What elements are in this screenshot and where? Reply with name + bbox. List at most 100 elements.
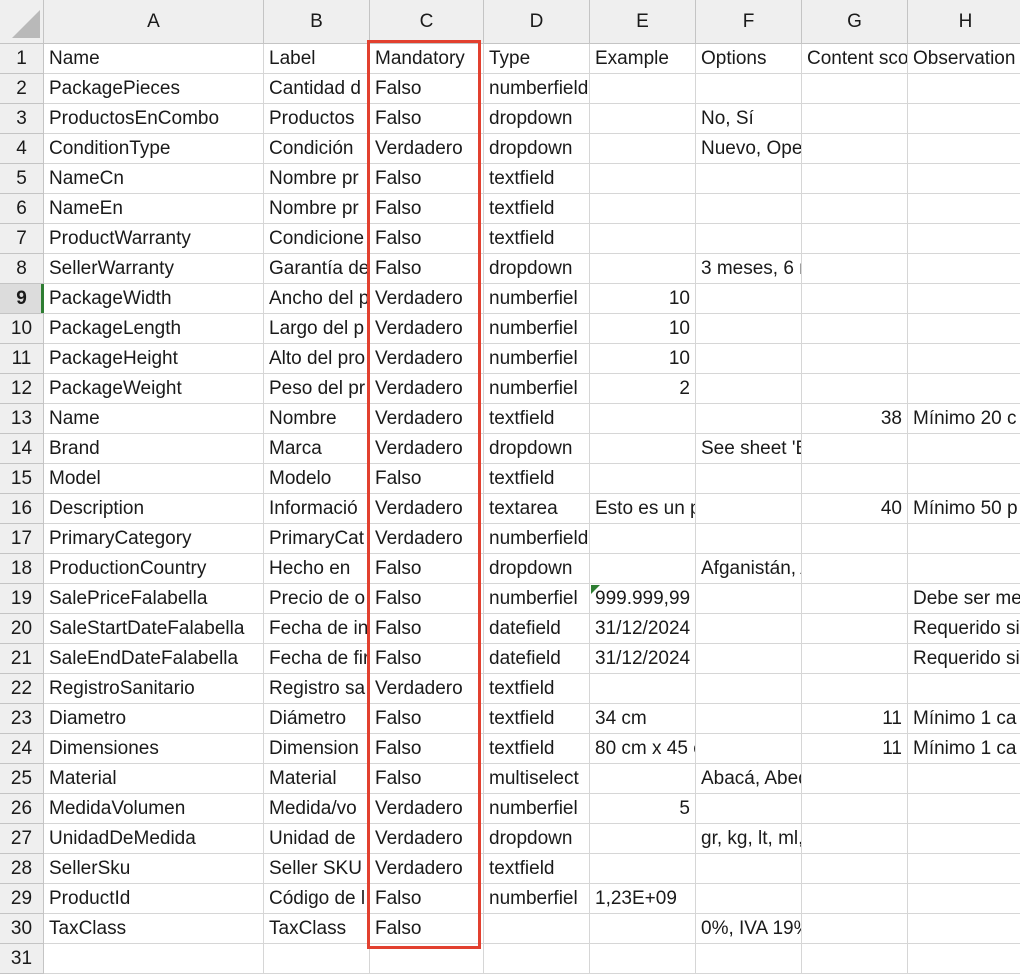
cell-e20[interactable]: 31/12/2024 23:59 (590, 614, 696, 644)
cell-e13[interactable] (590, 404, 696, 434)
cell-d2[interactable]: numberfield (484, 74, 590, 104)
cell-a30[interactable]: TaxClass (44, 914, 264, 944)
cell-c25[interactable]: Falso (370, 764, 484, 794)
cell-f16[interactable] (696, 494, 802, 524)
row-header-10[interactable]: 10 (0, 314, 44, 344)
row-header-27[interactable]: 27 (0, 824, 44, 854)
cell-d29[interactable]: numberfiel (484, 884, 590, 914)
cell-g4[interactable] (802, 134, 908, 164)
cell-f23[interactable] (696, 704, 802, 734)
row-header-7[interactable]: 7 (0, 224, 44, 254)
cell-h18[interactable] (908, 554, 1020, 584)
cell-a24[interactable]: Dimensiones (44, 734, 264, 764)
cell-g9[interactable] (802, 284, 908, 314)
cell-g28[interactable] (802, 854, 908, 884)
cell-a20[interactable]: SaleStartDateFalabella (44, 614, 264, 644)
cell-g11[interactable] (802, 344, 908, 374)
cell-d14[interactable]: dropdown (484, 434, 590, 464)
cell-a21[interactable]: SaleEndDateFalabella (44, 644, 264, 674)
cell-b12[interactable]: Peso del pr (264, 374, 370, 404)
column-header-d[interactable]: D (484, 0, 590, 44)
row-header-1[interactable]: 1 (0, 44, 44, 74)
cell-b19[interactable]: Precio de o (264, 584, 370, 614)
cell-b10[interactable]: Largo del p (264, 314, 370, 344)
cell-d22[interactable]: textfield (484, 674, 590, 704)
cell-e6[interactable] (590, 194, 696, 224)
cell-a15[interactable]: Model (44, 464, 264, 494)
cell-a22[interactable]: RegistroSanitario (44, 674, 264, 704)
cell-a16[interactable]: Description (44, 494, 264, 524)
cell-d12[interactable]: numberfiel (484, 374, 590, 404)
cell-g7[interactable] (802, 224, 908, 254)
cell-g24[interactable]: 11 (802, 734, 908, 764)
cell-c21[interactable]: Falso (370, 644, 484, 674)
cell-b21[interactable]: Fecha de fir (264, 644, 370, 674)
cell-b6[interactable]: Nombre pr (264, 194, 370, 224)
cell-g8[interactable] (802, 254, 908, 284)
cell-f2[interactable] (696, 74, 802, 104)
cell-f4[interactable]: Nuevo, Open Box, Reacondicionado (696, 134, 802, 164)
row-header-20[interactable]: 20 (0, 614, 44, 644)
row-header-9[interactable]: 9 (0, 284, 44, 314)
column-header-b[interactable]: B (264, 0, 370, 44)
cell-c18[interactable]: Falso (370, 554, 484, 584)
cell-h7[interactable] (908, 224, 1020, 254)
row-header-28[interactable]: 28 (0, 854, 44, 884)
cell-h16[interactable]: Mínimo 50 p (908, 494, 1020, 524)
cell-d25[interactable]: multiselect (484, 764, 590, 794)
cell-e23[interactable]: 34 cm (590, 704, 696, 734)
cell-d3[interactable]: dropdown (484, 104, 590, 134)
select-all-corner[interactable] (0, 0, 44, 44)
cell-c3[interactable]: Falso (370, 104, 484, 134)
cell-e27[interactable] (590, 824, 696, 854)
cell-g6[interactable] (802, 194, 908, 224)
cell-e30[interactable] (590, 914, 696, 944)
cell-c23[interactable]: Falso (370, 704, 484, 734)
cell-f29[interactable] (696, 884, 802, 914)
row-header-16[interactable]: 16 (0, 494, 44, 524)
cell-a17[interactable]: PrimaryCategory (44, 524, 264, 554)
cell-a9[interactable]: PackageWidth (44, 284, 264, 314)
cell-b26[interactable]: Medida/vo (264, 794, 370, 824)
cell-b28[interactable]: Seller SKU (264, 854, 370, 884)
cell-h4[interactable] (908, 134, 1020, 164)
cell-d1[interactable]: Type (484, 44, 590, 74)
cell-d24[interactable]: textfield (484, 734, 590, 764)
cell-d26[interactable]: numberfiel (484, 794, 590, 824)
cell-h2[interactable] (908, 74, 1020, 104)
cell-c6[interactable]: Falso (370, 194, 484, 224)
cell-d27[interactable]: dropdown (484, 824, 590, 854)
cell-h31[interactable] (908, 944, 1020, 974)
cell-f19[interactable] (696, 584, 802, 614)
row-header-5[interactable]: 5 (0, 164, 44, 194)
cell-f25[interactable]: Abacá, Abedul, ABS, Acacia, Acero, A (696, 764, 802, 794)
cell-d4[interactable]: dropdown (484, 134, 590, 164)
cell-d28[interactable]: textfield (484, 854, 590, 884)
cell-g25[interactable] (802, 764, 908, 794)
column-header-c[interactable]: C (370, 0, 484, 44)
cell-b14[interactable]: Marca (264, 434, 370, 464)
cell-h15[interactable] (908, 464, 1020, 494)
cell-d18[interactable]: dropdown (484, 554, 590, 584)
cell-d9[interactable]: numberfiel (484, 284, 590, 314)
cell-b22[interactable]: Registro sa (264, 674, 370, 704)
row-header-2[interactable]: 2 (0, 74, 44, 104)
cell-f9[interactable] (696, 284, 802, 314)
cell-e16[interactable]: Esto es un párrafo (590, 494, 696, 524)
cell-h28[interactable] (908, 854, 1020, 884)
cell-c24[interactable]: Falso (370, 734, 484, 764)
cell-a25[interactable]: Material (44, 764, 264, 794)
cell-c28[interactable]: Verdadero (370, 854, 484, 884)
cell-f12[interactable] (696, 374, 802, 404)
cell-d15[interactable]: textfield (484, 464, 590, 494)
cell-b24[interactable]: Dimension (264, 734, 370, 764)
cell-a12[interactable]: PackageWeight (44, 374, 264, 404)
cell-c1[interactable]: Mandatory (370, 44, 484, 74)
row-header-23[interactable]: 23 (0, 704, 44, 734)
cell-e19[interactable]: 999.999,99 (590, 584, 696, 614)
cell-h8[interactable] (908, 254, 1020, 284)
cell-g26[interactable] (802, 794, 908, 824)
cell-c27[interactable]: Verdadero (370, 824, 484, 854)
cell-g12[interactable] (802, 374, 908, 404)
row-header-4[interactable]: 4 (0, 134, 44, 164)
